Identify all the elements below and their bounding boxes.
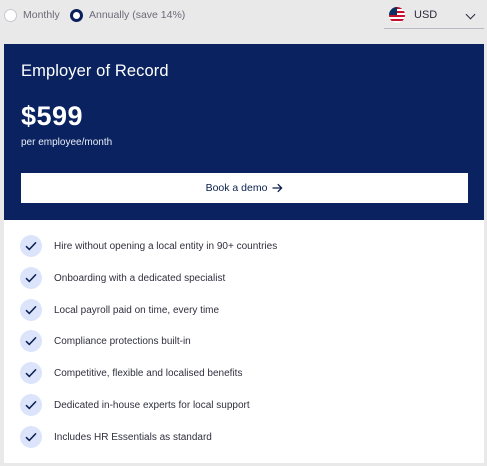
- pricing-card-header: Employer of Record $599 per employee/mon…: [4, 44, 484, 220]
- monthly-radio[interactable]: [4, 8, 17, 22]
- monthly-label: Monthly: [23, 9, 60, 21]
- annually-label: Annually (save 14%): [89, 9, 186, 21]
- check-icon: [20, 426, 42, 448]
- price-unit: per employee/month: [21, 137, 113, 148]
- list-item: Dedicated in-house experts for local sup…: [20, 393, 250, 417]
- arrow-right-icon: [272, 183, 283, 193]
- us-flag-icon: [389, 7, 405, 23]
- list-item: Local payroll paid on time, every time: [20, 298, 219, 322]
- list-item: Hire without opening a local entity in 9…: [20, 234, 277, 258]
- feature-text: Competitive, flexible and localised bene…: [54, 367, 243, 379]
- book-demo-label: Book a demo: [205, 182, 268, 194]
- check-icon: [20, 394, 42, 416]
- feature-text: Includes HR Essentials as standard: [54, 431, 212, 443]
- billing-option-monthly[interactable]: Monthly: [4, 7, 60, 23]
- plan-title: Employer of Record: [21, 62, 169, 80]
- list-item: Compliance protections built-in: [20, 329, 191, 353]
- currency-select[interactable]: USD: [384, 2, 484, 29]
- list-item: Competitive, flexible and localised bene…: [20, 361, 242, 385]
- chevron-down-icon: [465, 9, 476, 20]
- check-icon: [20, 330, 42, 352]
- list-item: Includes HR Essentials as standard: [20, 425, 212, 449]
- annually-radio[interactable]: [70, 8, 83, 22]
- check-icon: [20, 235, 42, 257]
- billing-option-annually[interactable]: Annually (save 14%): [70, 7, 185, 23]
- currency-code: USD: [414, 9, 438, 21]
- feature-text: Hire without opening a local entity in 9…: [54, 240, 278, 252]
- pricing-card: Employer of Record $599 per employee/mon…: [4, 44, 484, 463]
- check-icon: [20, 299, 42, 321]
- feature-text: Dedicated in-house experts for local sup…: [54, 399, 250, 411]
- feature-text: Local payroll paid on time, every time: [54, 304, 220, 316]
- plan-price: $599: [21, 101, 84, 131]
- billing-toggle: Monthly Annually (save 14%) USD: [0, 0, 487, 34]
- feature-text: Onboarding with a dedicated specialist: [54, 272, 226, 284]
- feature-text: Compliance protections built-in: [54, 335, 191, 347]
- check-icon: [20, 362, 42, 384]
- check-icon: [20, 267, 42, 289]
- list-item: Onboarding with a dedicated specialist: [20, 266, 225, 290]
- book-demo-button[interactable]: Book a demo: [21, 173, 468, 203]
